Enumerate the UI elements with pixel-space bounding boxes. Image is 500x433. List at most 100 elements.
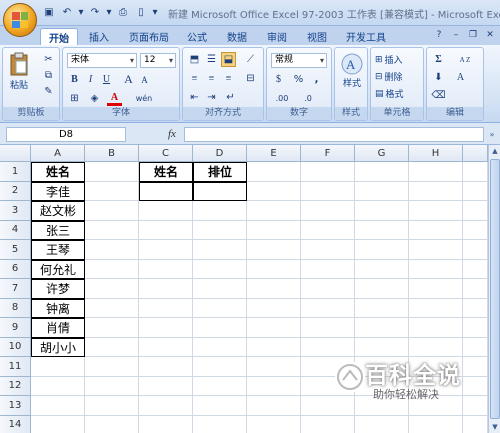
- cell-d12[interactable]: [193, 376, 247, 396]
- cell-d3[interactable]: [193, 201, 247, 221]
- row-header-13[interactable]: 13: [0, 396, 31, 416]
- cell-h3[interactable]: [409, 201, 463, 221]
- fill-icon[interactable]: ⬇: [431, 70, 446, 85]
- cut-icon[interactable]: ✂: [41, 52, 56, 67]
- cell-e5[interactable]: [247, 240, 301, 260]
- cell-e1[interactable]: [247, 162, 301, 182]
- cell-partial[interactable]: [463, 318, 488, 338]
- save-icon[interactable]: ▣: [42, 5, 56, 19]
- redo-dropdown-icon[interactable]: ▾: [106, 5, 112, 19]
- cell-h1[interactable]: [409, 162, 463, 182]
- column-header-partial[interactable]: [463, 145, 488, 162]
- cell-b2[interactable]: [85, 181, 139, 201]
- cell-e9[interactable]: [247, 318, 301, 338]
- customize-qat-icon[interactable]: ▾: [152, 5, 158, 19]
- cell-e6[interactable]: [247, 259, 301, 279]
- row-header-3[interactable]: 3: [0, 201, 31, 221]
- cell-e8[interactable]: [247, 298, 301, 318]
- cell-a13[interactable]: [31, 396, 85, 416]
- cell-a3[interactable]: 赵文彬: [31, 201, 85, 221]
- row-header-2[interactable]: 2: [0, 181, 31, 201]
- cell-b5[interactable]: [85, 240, 139, 260]
- row-header-4[interactable]: 4: [0, 220, 31, 240]
- tab-data[interactable]: 数据: [222, 28, 252, 45]
- cell-c12[interactable]: [139, 376, 193, 396]
- cell-c1[interactable]: 姓名: [139, 162, 193, 182]
- restore-icon[interactable]: ❐: [467, 29, 479, 41]
- row-header-14[interactable]: 14: [0, 415, 31, 433]
- close-icon[interactable]: ✕: [484, 29, 496, 41]
- sort-filter-button[interactable]: A Z: [453, 52, 477, 67]
- tab-page-layout[interactable]: 页面布局: [124, 28, 174, 45]
- cell-e2[interactable]: [247, 181, 301, 201]
- tab-home[interactable]: 开始: [40, 28, 78, 45]
- tab-developer[interactable]: 开发工具: [342, 28, 390, 45]
- cell-g6[interactable]: [355, 259, 409, 279]
- cell-d10[interactable]: [193, 337, 247, 357]
- cell-d1[interactable]: 排位: [193, 162, 247, 182]
- minimize-icon[interactable]: –: [450, 29, 462, 41]
- cell-h6[interactable]: [409, 259, 463, 279]
- row-header-11[interactable]: 11: [0, 357, 31, 377]
- format-painter-icon[interactable]: ✎: [41, 84, 56, 99]
- cell-a10[interactable]: 胡小小: [31, 337, 85, 357]
- cell-b9[interactable]: [85, 318, 139, 338]
- cell-partial[interactable]: [463, 220, 488, 240]
- cell-partial[interactable]: [463, 279, 488, 299]
- orientation-icon[interactable]: ⟋: [243, 52, 258, 67]
- cell-a6[interactable]: 何允礼: [31, 259, 85, 279]
- cell-g9[interactable]: [355, 318, 409, 338]
- cell-partial[interactable]: [463, 415, 488, 433]
- phonetic-button[interactable]: wén: [131, 91, 157, 106]
- delete-cells-button[interactable]: ⊟ 删除: [375, 70, 403, 84]
- tab-insert[interactable]: 插入: [84, 28, 114, 45]
- cell-g4[interactable]: [355, 220, 409, 240]
- cell-d6[interactable]: [193, 259, 247, 279]
- autosum-button[interactable]: Σ: [431, 52, 446, 67]
- clear-icon[interactable]: ⌫: [431, 88, 446, 103]
- cell-a12[interactable]: [31, 376, 85, 396]
- cell-g2[interactable]: [355, 181, 409, 201]
- bold-button[interactable]: B: [67, 72, 82, 87]
- copy-icon[interactable]: ⧉: [41, 68, 56, 83]
- cell-b13[interactable]: [85, 396, 139, 416]
- cell-c6[interactable]: [139, 259, 193, 279]
- font-color-button[interactable]: A: [107, 91, 122, 106]
- cell-partial[interactable]: [463, 181, 488, 201]
- cell-b14[interactable]: [85, 415, 139, 433]
- grow-font-button[interactable]: A: [121, 72, 136, 87]
- cell-d11[interactable]: [193, 357, 247, 377]
- cell-partial[interactable]: [463, 162, 488, 182]
- cell-c4[interactable]: [139, 220, 193, 240]
- cell-partial[interactable]: [463, 201, 488, 221]
- row-header-10[interactable]: 10: [0, 337, 31, 357]
- cell-e4[interactable]: [247, 220, 301, 240]
- align-right-icon[interactable]: ≡: [221, 71, 236, 86]
- italic-button[interactable]: I: [83, 72, 98, 87]
- row-header-12[interactable]: 12: [0, 376, 31, 396]
- cell-g1[interactable]: [355, 162, 409, 182]
- column-header-g[interactable]: G: [355, 145, 409, 162]
- help-icon[interactable]: ?: [433, 29, 445, 41]
- cell-c10[interactable]: [139, 337, 193, 357]
- cell-h8[interactable]: [409, 298, 463, 318]
- align-left-icon[interactable]: ≡: [187, 71, 202, 86]
- cell-e10[interactable]: [247, 337, 301, 357]
- row-header-8[interactable]: 8: [0, 298, 31, 318]
- decrease-decimal-button[interactable]: .0: [297, 91, 319, 106]
- cell-a1[interactable]: 姓名: [31, 162, 85, 182]
- percent-button[interactable]: %: [291, 72, 306, 87]
- cell-f3[interactable]: [301, 201, 355, 221]
- styles-button[interactable]: A 样式: [339, 52, 365, 89]
- undo-dropdown-icon[interactable]: ▾: [78, 5, 84, 19]
- cell-b7[interactable]: [85, 279, 139, 299]
- column-header-a[interactable]: A: [31, 145, 85, 162]
- cell-d14[interactable]: [193, 415, 247, 433]
- cell-h4[interactable]: [409, 220, 463, 240]
- cell-f1[interactable]: [301, 162, 355, 182]
- cell-e7[interactable]: [247, 279, 301, 299]
- expand-formula-bar-icon[interactable]: »: [486, 127, 498, 141]
- number-format-select[interactable]: 常规: [271, 53, 327, 68]
- format-cells-button[interactable]: ▤ 格式: [375, 87, 404, 101]
- cell-e11[interactable]: [247, 357, 301, 377]
